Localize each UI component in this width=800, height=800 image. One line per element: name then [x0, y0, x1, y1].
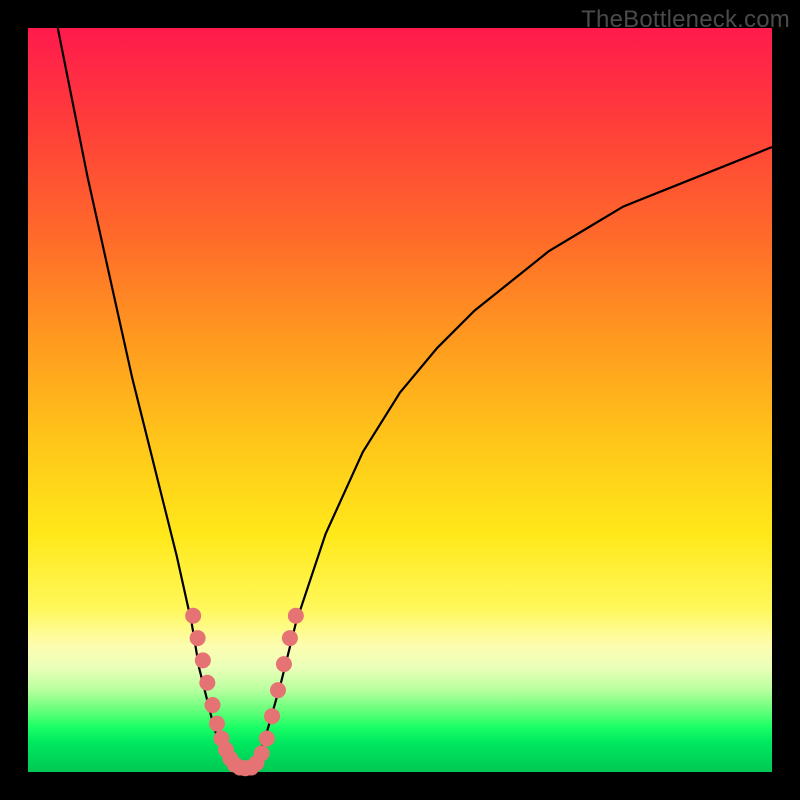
data-marker [254, 745, 270, 761]
data-marker [199, 675, 215, 691]
data-marker [259, 731, 275, 747]
data-marker [209, 716, 225, 732]
data-marker [205, 697, 221, 713]
data-marker [190, 630, 206, 646]
data-marker [270, 682, 286, 698]
data-marker [282, 630, 298, 646]
data-marker [264, 708, 280, 724]
data-marker [195, 652, 211, 668]
right-curve [251, 147, 772, 772]
data-marker [288, 608, 304, 624]
data-markers [185, 608, 304, 777]
data-marker [276, 656, 292, 672]
chart-stage: TheBottleneck.com [0, 0, 800, 800]
chart-svg [28, 28, 772, 772]
chart-plot-area [28, 28, 772, 772]
data-marker [185, 608, 201, 624]
